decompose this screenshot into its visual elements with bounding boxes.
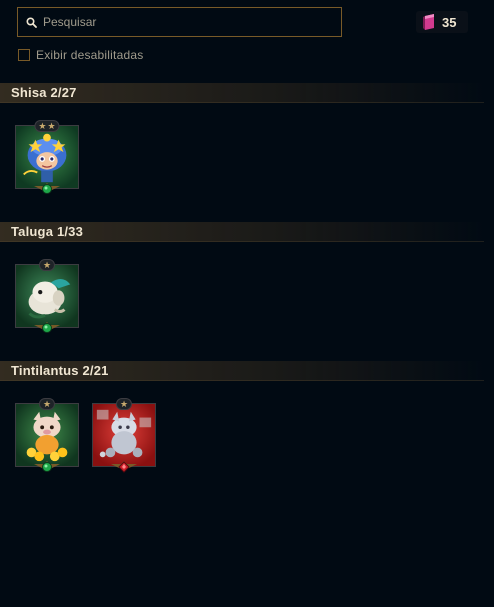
search-input[interactable] [43, 15, 323, 29]
tintilantus-gold-icon [16, 404, 78, 466]
rarity-gem-icon [34, 322, 60, 333]
group-header: Shisa 2/27 [0, 83, 484, 103]
group-tintilantus: Tintilantus 2/21 [0, 361, 494, 381]
currency-amount: 35 [442, 14, 457, 30]
rarity-gem-icon [34, 461, 60, 472]
star-rating: ★ [38, 259, 56, 271]
star-icon: ★ [42, 399, 52, 409]
star-rating: ★ ★ [34, 120, 60, 132]
star-rating: ★ [115, 398, 133, 410]
companion-tile-tintilantus-gold[interactable]: ★ [15, 398, 79, 472]
taluga-icon [16, 265, 78, 327]
group-shisa: Shisa 2/27 [0, 83, 494, 103]
show-disabled-filter[interactable]: Exibir desabilitadas [18, 48, 143, 62]
search-field[interactable] [17, 7, 342, 37]
show-disabled-label: Exibir desabilitadas [36, 48, 144, 62]
group-taluga: Taluga 1/33 [0, 222, 494, 242]
show-disabled-checkbox[interactable] [18, 49, 30, 61]
companion-tile-tintilantus-silver[interactable]: ★ [92, 398, 156, 473]
star-icon: ★ [47, 121, 56, 131]
shisa-star-icon [16, 126, 78, 188]
star-rating: ★ [38, 398, 56, 410]
group-header: Taluga 1/33 [0, 222, 484, 242]
rarity-gem-icon [34, 183, 60, 194]
group-title: Taluga 1/33 [11, 224, 84, 239]
rarity-gem-icon [111, 461, 137, 473]
star-icon: ★ [119, 399, 129, 409]
group-title: Shisa 2/27 [11, 85, 77, 100]
star-icon: ★ [42, 260, 52, 270]
gem-icon [423, 14, 434, 30]
companion-tile-taluga[interactable]: ★ [15, 259, 79, 333]
star-icon: ★ [38, 121, 47, 131]
search-icon [26, 16, 37, 28]
tintilantus-silver-icon [93, 404, 155, 466]
group-header: Tintilantus 2/21 [0, 361, 484, 381]
currency-display: 35 [416, 11, 468, 33]
group-title: Tintilantus 2/21 [11, 363, 109, 378]
companion-tile-shisa[interactable]: ★ ★ [15, 120, 79, 194]
